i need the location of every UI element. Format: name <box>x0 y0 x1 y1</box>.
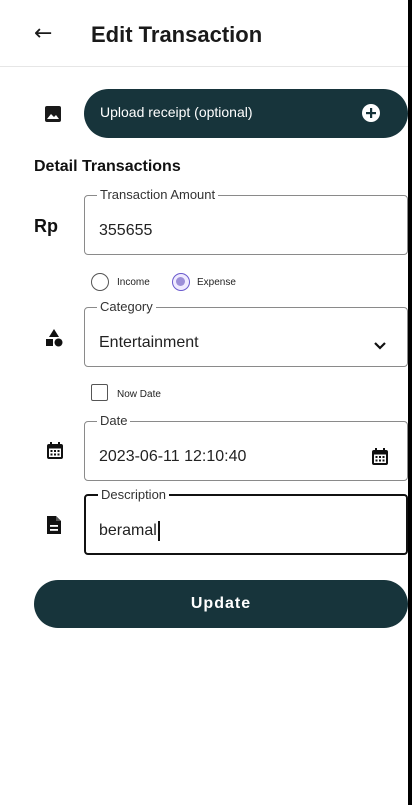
document-icon <box>46 515 66 535</box>
plus-circle-icon <box>360 102 382 124</box>
text-cursor <box>157 521 160 541</box>
now-date-label: Now Date <box>117 389 161 400</box>
calendar-picker-icon[interactable] <box>371 448 389 471</box>
category-value: Entertainment <box>99 334 199 351</box>
transaction-amount-field[interactable]: Transaction Amount 355655 <box>84 188 408 255</box>
transaction-amount-value: 355655 <box>99 222 153 239</box>
upload-receipt-label: Upload receipt (optional) <box>100 104 253 120</box>
update-button[interactable]: Update <box>34 580 408 628</box>
app-bar: ← Edit Transaction <box>0 0 408 67</box>
date-label: Date <box>100 413 128 428</box>
date-value: 2023-06-11 12:10:40 <box>99 448 247 465</box>
section-title: Detail Transactions <box>34 158 181 175</box>
description-value: beramal <box>99 521 160 541</box>
shapes-icon <box>44 328 64 348</box>
arrow-left-icon[interactable]: ← <box>34 20 58 48</box>
screen: ← Edit Transaction Upload receipt (optio… <box>0 0 408 805</box>
image-icon <box>44 105 64 125</box>
category-label: Category <box>100 299 153 314</box>
description-text: beramal <box>99 522 157 540</box>
date-field[interactable]: Date 2023-06-11 12:10:40 <box>84 414 408 481</box>
income-label: Income <box>117 277 150 288</box>
description-label: Description <box>101 487 167 502</box>
category-dropdown[interactable]: Category Entertainment <box>84 300 408 367</box>
expense-label: Expense <box>197 277 236 288</box>
upload-receipt-button[interactable]: Upload receipt (optional) <box>84 89 408 138</box>
transaction-amount-label: Transaction Amount <box>100 187 216 202</box>
calendar-icon <box>46 442 66 462</box>
page-title: Edit Transaction <box>91 22 263 47</box>
expense-radio[interactable] <box>172 273 190 291</box>
currency-label: Rp <box>34 216 58 236</box>
chevron-down-icon <box>373 338 387 356</box>
income-radio[interactable] <box>91 273 109 291</box>
now-date-checkbox[interactable] <box>91 384 108 401</box>
description-field[interactable]: Description beramal <box>84 488 408 555</box>
